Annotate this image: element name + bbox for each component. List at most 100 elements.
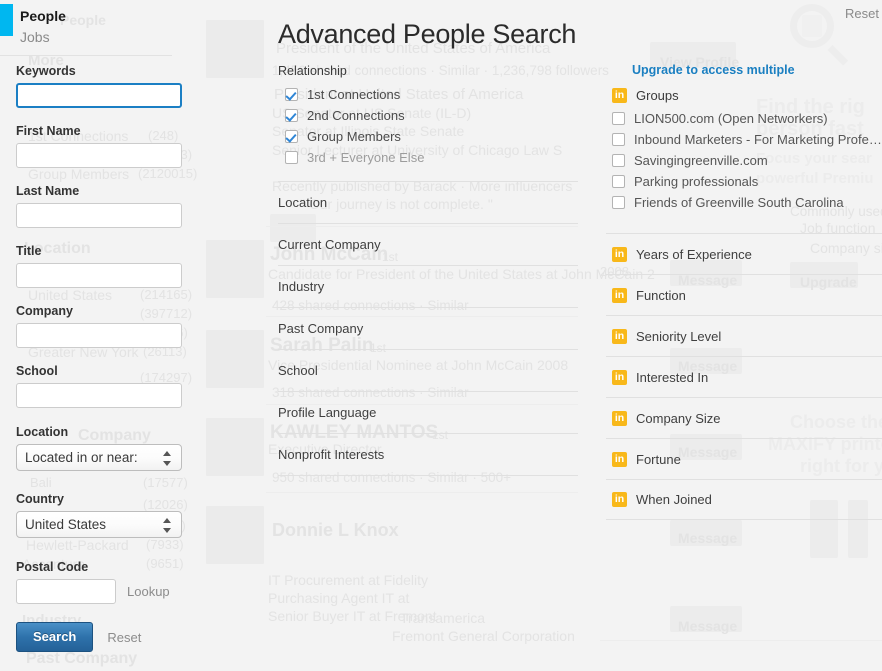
filter-section-past-company[interactable]: Past Company [278, 307, 578, 349]
filter-section-location[interactable]: Location [278, 181, 578, 223]
location-select[interactable]: Located in or near: [16, 444, 182, 471]
tab-people[interactable]: People [0, 6, 172, 27]
country-select[interactable]: United States [16, 511, 182, 538]
field-group-company: Company [16, 304, 182, 348]
checkbox-icon[interactable] [612, 175, 625, 188]
location-label: Location [16, 425, 69, 439]
relationship-option-3rd-everyone[interactable]: 3rd + Everyone Else [285, 147, 578, 168]
premium-filter-label: Company Size [636, 410, 721, 426]
keywords-input[interactable] [16, 83, 182, 108]
group-option-label: Inbound Marketers - For Marketing Profes… [634, 132, 882, 147]
tab-jobs-label: Jobs [20, 29, 50, 45]
filter-section-industry[interactable]: Industry [278, 265, 578, 307]
premium-filter-fortune[interactable]: in Fortune [606, 438, 882, 479]
company-label: Company [16, 304, 73, 318]
checkbox-icon[interactable] [612, 196, 625, 209]
premium-filter-when-joined[interactable]: in When Joined [606, 479, 882, 520]
relationship-option-group-members[interactable]: Group Members [285, 126, 578, 147]
field-group-country: Country United States [16, 492, 182, 538]
in-badge-icon: in [612, 451, 627, 467]
in-badge-icon: in [612, 246, 627, 262]
title-label: Title [16, 244, 42, 258]
postal-code-row: Lookup [16, 579, 182, 604]
postal-code-input[interactable] [16, 579, 116, 604]
groups-option-list: LION500.com (Open Networkers) Inbound Ma… [606, 108, 882, 213]
premium-filters-column: Upgrade to access multiple in Groups LIO… [606, 0, 882, 520]
premium-filter-interested-in[interactable]: in Interested In [606, 356, 882, 397]
field-group-first-name: First Name [16, 124, 182, 168]
filter-section-label: Location [278, 195, 328, 210]
filter-section-label: Past Company [278, 321, 364, 336]
filter-section-label: Nonprofit Interests [278, 447, 385, 462]
stepper-arrows-icon [163, 450, 172, 467]
filter-section-school[interactable]: School [278, 349, 578, 391]
main-column: Advanced People Search Relationship 1st … [278, 0, 578, 476]
keywords-label: Keywords [16, 64, 76, 78]
search-type-tabs: People Jobs [0, 6, 172, 56]
search-sidebar: People Jobs Keywords First Name Last Nam… [0, 0, 190, 671]
group-option-parking-professionals[interactable]: Parking professionals [606, 171, 882, 192]
country-label: Country [16, 492, 64, 506]
group-option-label: LION500.com (Open Networkers) [634, 111, 828, 126]
filter-section-label: School [278, 363, 318, 378]
page-content: People Jobs Keywords First Name Last Nam… [0, 0, 882, 671]
checkbox-icon[interactable] [285, 88, 298, 101]
group-option-savingingreenville[interactable]: Savingingreenville.com [606, 150, 882, 171]
in-badge-icon: in [612, 369, 627, 385]
group-option-inbound-marketers[interactable]: Inbound Marketers - For Marketing Profes… [606, 129, 882, 150]
relationship-heading: Relationship [278, 64, 347, 78]
title-input[interactable] [16, 263, 182, 288]
groups-header-label: Groups [636, 87, 679, 103]
page-title: Advanced People Search [278, 19, 577, 49]
filter-section-label: Profile Language [278, 405, 377, 420]
group-option-label: Friends of Greenville South Carolina [634, 195, 844, 210]
group-option-label: Savingingreenville.com [634, 153, 768, 168]
relationship-option-2nd[interactable]: 2nd Connections [285, 105, 578, 126]
group-option-lion500[interactable]: LION500.com (Open Networkers) [606, 108, 882, 129]
checkbox-icon[interactable] [285, 109, 298, 122]
premium-filter-company-size[interactable]: in Company Size [606, 397, 882, 438]
reset-link-sidebar[interactable]: Reset [107, 630, 141, 645]
checkbox-icon[interactable] [285, 151, 298, 164]
checkbox-icon[interactable] [612, 133, 625, 146]
filter-section-current-company[interactable]: Current Company [278, 223, 578, 265]
relationship-option-label: Group Members [307, 129, 401, 144]
premium-filter-label: Fortune [636, 451, 681, 467]
field-group-school: School [16, 364, 182, 408]
search-actions: Search Reset [16, 622, 141, 652]
checkbox-icon[interactable] [612, 112, 625, 125]
last-name-input[interactable] [16, 203, 182, 228]
country-select-value: United States [25, 517, 107, 532]
premium-filter-function[interactable]: in Function [606, 274, 882, 315]
relationship-option-1st[interactable]: 1st Connections [285, 84, 578, 105]
premium-filter-label: Seniority Level [636, 328, 722, 344]
checkbox-icon[interactable] [612, 154, 625, 167]
company-input[interactable] [16, 323, 182, 348]
tab-jobs[interactable]: Jobs [0, 27, 172, 48]
field-group-postal-code: Postal Code Lookup [16, 560, 182, 604]
premium-filter-label: Years of Experience [636, 246, 752, 262]
first-name-input[interactable] [16, 143, 182, 168]
filter-section-nonprofit-interests[interactable]: Nonprofit Interests [278, 433, 578, 476]
group-option-friends-of-greenville[interactable]: Friends of Greenville South Carolina [606, 192, 882, 213]
lookup-link[interactable]: Lookup [127, 584, 170, 599]
school-input[interactable] [16, 383, 182, 408]
last-name-label: Last Name [16, 184, 80, 198]
location-select-value: Located in or near: [25, 450, 138, 465]
upgrade-link[interactable]: Upgrade to access multiple [632, 63, 882, 77]
in-badge-icon: in [612, 87, 627, 103]
field-group-location: Location Located in or near: [16, 425, 182, 471]
in-badge-icon: in [612, 410, 627, 426]
field-group-title: Title [16, 244, 182, 288]
premium-filter-seniority-level[interactable]: in Seniority Level [606, 315, 882, 356]
checkbox-icon[interactable] [285, 130, 298, 143]
search-button[interactable]: Search [16, 622, 94, 652]
field-group-keywords: Keywords [16, 64, 182, 108]
reset-link-top-right[interactable]: Reset [845, 6, 879, 21]
premium-filter-label: Function [636, 287, 686, 303]
filter-section-profile-language[interactable]: Profile Language [278, 391, 578, 433]
premium-filter-years-of-experience[interactable]: in Years of Experience [606, 233, 882, 274]
group-option-label: Parking professionals [634, 174, 759, 189]
in-badge-icon: in [612, 492, 627, 507]
postal-code-label: Postal Code [16, 560, 89, 574]
